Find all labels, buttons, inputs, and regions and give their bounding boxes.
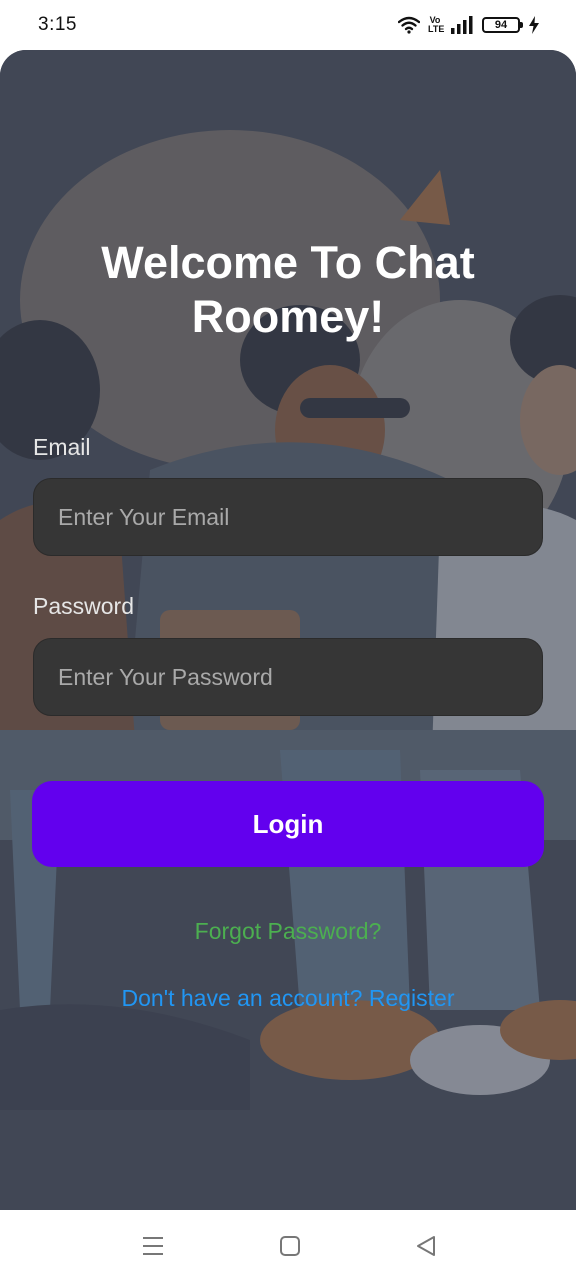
password-label: Password xyxy=(33,593,134,619)
battery-level: 94 xyxy=(494,19,508,31)
charging-icon xyxy=(529,16,539,34)
volte-line2: LTE xyxy=(428,24,445,34)
email-label: Email xyxy=(33,434,91,460)
background-overlay xyxy=(0,50,576,1210)
volte-icon: Vo LTE xyxy=(428,16,445,34)
battery-icon: 94 xyxy=(482,17,523,33)
signal-icon xyxy=(451,16,473,34)
wifi-icon xyxy=(398,16,420,34)
register-link[interactable]: Don't have an account? Register xyxy=(0,985,576,1012)
status-bar: 3:15 Vo LTE 94 xyxy=(0,0,576,50)
forgot-password-link[interactable]: Forgot Password? xyxy=(0,918,576,945)
navigation-bar xyxy=(0,1210,576,1280)
status-time: 3:15 xyxy=(38,14,77,35)
menu-icon[interactable] xyxy=(139,1232,167,1260)
back-icon[interactable] xyxy=(412,1232,440,1260)
login-screen: Welcome To Chat Roomey! Email Password L… xyxy=(0,50,576,1210)
status-icons: Vo LTE 94 xyxy=(398,14,540,36)
email-field[interactable] xyxy=(33,478,543,556)
login-button[interactable]: Login xyxy=(32,781,544,867)
password-field[interactable] xyxy=(33,638,543,716)
home-icon[interactable] xyxy=(276,1232,304,1260)
page-title: Welcome To Chat Roomey! xyxy=(101,237,475,342)
